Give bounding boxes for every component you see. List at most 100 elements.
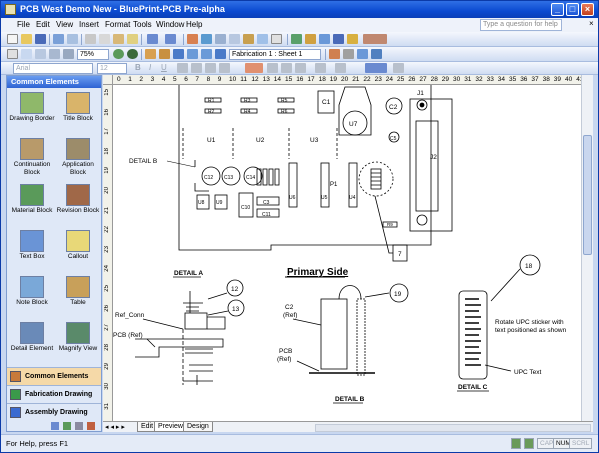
undo-icon[interactable] <box>147 34 158 44</box>
sheet-add-icon[interactable] <box>329 49 340 59</box>
folder-icon[interactable] <box>347 34 358 44</box>
paste-icon[interactable] <box>113 34 124 44</box>
layer-2-icon[interactable] <box>159 49 170 59</box>
font-select[interactable]: Arial <box>13 63 93 74</box>
sheet-select[interactable]: Fabrication 1 : Sheet 1 <box>229 49 321 60</box>
font-size-select[interactable]: 12 <box>97 63 127 74</box>
tile-application-block[interactable]: Application Block <box>55 138 101 176</box>
layer-1-icon[interactable] <box>145 49 156 59</box>
insert-picture-icon[interactable] <box>187 34 198 44</box>
tile-magnify-view[interactable]: Magnify View <box>55 322 101 353</box>
menu-format[interactable]: Format <box>105 20 130 29</box>
tile-continuation-block[interactable]: Continuation Block <box>9 138 55 176</box>
align-left-icon[interactable] <box>177 63 188 73</box>
close-doc-icon[interactable]: × <box>589 19 594 28</box>
bullets-icon[interactable] <box>219 63 230 73</box>
underline-button[interactable]: U <box>161 63 167 72</box>
previous-page-icon[interactable] <box>187 49 198 59</box>
tile-text-box[interactable]: Text Box <box>9 230 55 261</box>
fit-width-icon[interactable] <box>35 49 46 59</box>
tile-callout[interactable]: Callout <box>55 230 101 261</box>
zoom-out-icon[interactable] <box>127 49 138 59</box>
minimize-button[interactable]: _ <box>551 3 564 16</box>
tile-table[interactable]: Table <box>55 276 101 307</box>
menu-help[interactable]: Help <box>186 20 202 29</box>
cut-icon[interactable] <box>85 34 96 44</box>
layer-icon[interactable] <box>243 34 254 44</box>
line-style-icon[interactable] <box>365 63 387 73</box>
italic-button[interactable]: I <box>149 63 151 72</box>
sheet-view-icon[interactable] <box>357 49 368 59</box>
app-icon[interactable] <box>5 4 16 15</box>
category-assembly-drawing[interactable]: Assembly Drawing <box>7 403 101 421</box>
zoom-select[interactable]: 75% <box>77 49 109 60</box>
vertical-scrollbar[interactable] <box>581 75 593 421</box>
arrow-style-icon[interactable] <box>393 63 404 73</box>
window-icon[interactable] <box>333 34 344 44</box>
zoom-tool-icon[interactable] <box>7 49 18 59</box>
redo-icon[interactable] <box>165 34 176 44</box>
tab-design[interactable]: Design <box>183 422 213 432</box>
properties-icon[interactable] <box>319 34 330 44</box>
help-search-input[interactable]: Type a question for help <box>480 19 562 31</box>
copy-icon[interactable] <box>99 34 110 44</box>
tile-detail-element[interactable]: Detail Element <box>9 322 55 353</box>
fill-color-icon[interactable] <box>335 63 346 73</box>
align-center-icon[interactable] <box>267 63 278 73</box>
tile-material-block[interactable]: Material Block <box>9 184 55 215</box>
tile-revision-block[interactable]: Revision Block <box>55 184 101 215</box>
format-painter-icon[interactable] <box>127 34 138 44</box>
menu-tools[interactable]: Tools <box>133 20 152 29</box>
page-icon[interactable] <box>271 34 282 44</box>
category-fabrication-drawing[interactable]: Fabrication Drawing <box>7 385 101 403</box>
tile-title-block[interactable]: Title Block <box>55 92 101 123</box>
line-color-icon[interactable] <box>315 63 326 73</box>
grid-icon[interactable] <box>229 34 240 44</box>
justify-icon[interactable] <box>295 63 306 73</box>
panel-menu-icon[interactable] <box>87 422 95 430</box>
panel-add-icon[interactable] <box>63 422 71 430</box>
menu-insert[interactable]: Insert <box>79 20 99 29</box>
last-page-icon[interactable] <box>215 49 226 59</box>
menu-edit[interactable]: Edit <box>36 20 50 29</box>
menu-view[interactable]: View <box>56 20 73 29</box>
refresh-icon[interactable] <box>291 34 302 44</box>
close-button[interactable]: × <box>581 3 594 16</box>
menu-file[interactable]: File <box>17 20 30 29</box>
zoom-in-icon[interactable] <box>113 49 124 59</box>
insert-object-icon[interactable] <box>215 34 226 44</box>
bold-button[interactable]: B <box>135 63 141 72</box>
palette-icon[interactable] <box>305 34 316 44</box>
tile-note-block[interactable]: Note Block <box>9 276 55 307</box>
superscript-icon[interactable] <box>191 63 202 73</box>
tab-preview[interactable]: Preview <box>154 422 187 432</box>
save-icon[interactable] <box>35 34 46 44</box>
category-common-elements[interactable]: Common Elements <box>7 367 101 385</box>
new-icon[interactable] <box>7 34 18 44</box>
tile-drawing-border[interactable]: Drawing Border <box>9 92 55 123</box>
horizontal-scrollbar[interactable] <box>315 424 591 432</box>
tab-navigation[interactable]: ◂ ◂ ▸ ▸ <box>105 423 125 431</box>
first-page-icon[interactable] <box>173 49 184 59</box>
highlight-icon[interactable] <box>245 63 263 73</box>
color-swatch-icon[interactable] <box>363 34 387 44</box>
panel-view-icon[interactable] <box>75 422 83 430</box>
align-right-icon[interactable] <box>281 63 292 73</box>
layout-icon[interactable] <box>257 34 268 44</box>
menu-window[interactable]: Window <box>156 20 184 29</box>
drawing-canvas[interactable]: J2 J1 R1 R2 R3 R4 R5 R6 C1 U7 C2 C5 U1 U… <box>113 85 581 421</box>
panel-options-icon[interactable] <box>51 422 59 430</box>
next-page-icon[interactable] <box>201 49 212 59</box>
zoom-window-icon[interactable] <box>63 49 74 59</box>
print-icon[interactable] <box>53 34 64 44</box>
vertical-scroll-thumb[interactable] <box>583 135 592 255</box>
sheet-export-icon[interactable] <box>371 49 382 59</box>
maximize-button[interactable]: □ <box>566 3 579 16</box>
open-icon[interactable] <box>21 34 32 44</box>
subscript-icon[interactable] <box>205 63 216 73</box>
insert-link-icon[interactable] <box>201 34 212 44</box>
fit-page-icon[interactable] <box>21 49 32 59</box>
sheet-settings-icon[interactable] <box>343 49 354 59</box>
print-preview-icon[interactable] <box>67 34 78 44</box>
actual-size-icon[interactable] <box>49 49 60 59</box>
